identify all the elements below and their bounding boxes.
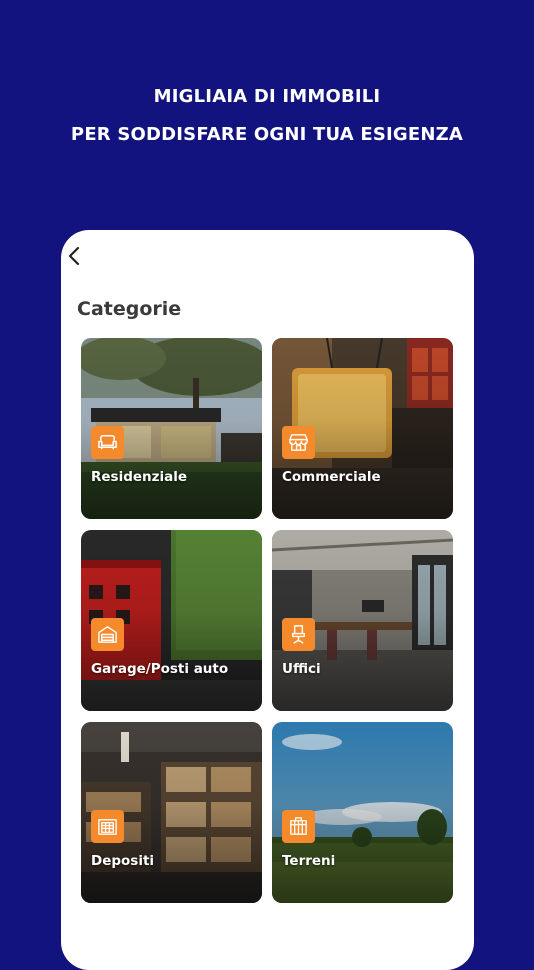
armchair-icon [91, 426, 124, 459]
category-card-residenziale[interactable]: Residenziale [81, 338, 262, 519]
section-title: Categorie [77, 298, 182, 320]
category-card-terreni[interactable]: Terreni [272, 722, 453, 903]
category-card-depositi[interactable]: Depositi [81, 722, 262, 903]
category-label: Depositi [91, 853, 155, 869]
category-label: Garage/Posti auto [91, 661, 229, 677]
garage-icon [91, 618, 124, 651]
warehouse-icon [91, 810, 124, 843]
category-label: Residenziale [91, 469, 188, 485]
back-button[interactable] [66, 244, 86, 268]
category-card-commerciale[interactable]: Commerciale [272, 338, 453, 519]
category-label: Uffici [282, 661, 321, 677]
category-card-garage[interactable]: Garage/Posti auto [81, 530, 262, 711]
office-chair-icon [282, 618, 315, 651]
chevron-left-icon [68, 246, 80, 266]
field-icon [282, 810, 315, 843]
category-label: Commerciale [282, 469, 381, 485]
category-label: Terreni [282, 853, 336, 869]
headline-line-1: MIGLIAIA DI IMMOBILI [153, 86, 381, 107]
headline-line-2: PER SODDISFARE OGNI TUA ESIGENZA [70, 124, 464, 145]
storefront-icon [282, 426, 315, 459]
category-card-uffici[interactable]: Uffici [272, 530, 453, 711]
